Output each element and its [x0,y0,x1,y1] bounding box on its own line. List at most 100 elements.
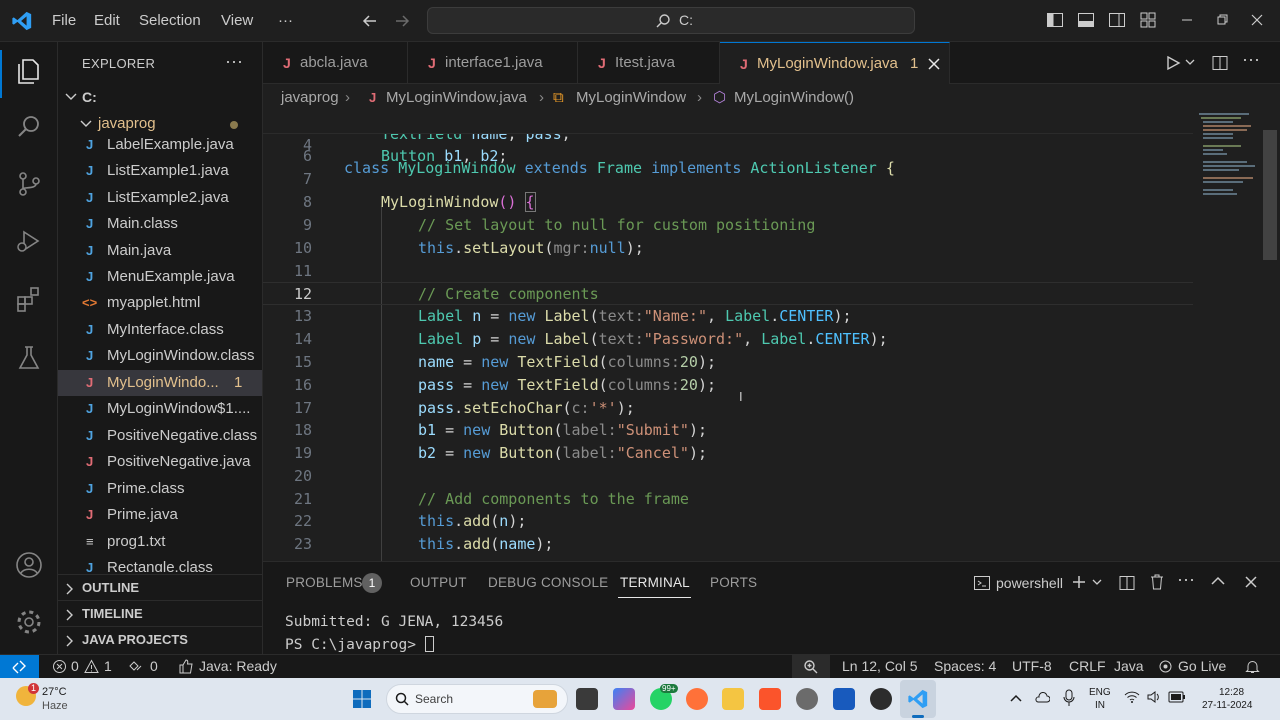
go-live-button[interactable]: Go Live [1178,655,1226,678]
timeline-section[interactable]: TIMELINE [58,600,262,626]
customize-layout-icon[interactable] [1139,11,1157,29]
code-line-20[interactable]: 20 [263,465,1193,488]
file-item[interactable]: J MyInterface.class [58,317,262,343]
file-item[interactable]: J PositiveNegative.class [58,423,262,449]
breadcrumb-method[interactable]: MyLoginWindow() [734,85,854,111]
zoom-indicator[interactable] [792,655,830,679]
terminal-dropdown-icon[interactable] [1092,579,1102,587]
vscode-taskbar-active[interactable] [900,680,936,718]
sticky-scroll-line[interactable]: 4 class MyLoginWindow extends Frame impl… [263,111,1193,177]
file-item[interactable]: ≡ prog1.txt [58,529,262,555]
tab-interface1[interactable]: Jinterface1.java [408,42,578,84]
command-center[interactable]: C: [427,7,915,34]
copilot-icon[interactable] [613,688,635,710]
file-item[interactable]: J MyLoginWindow.class [58,343,262,369]
code-line-16[interactable]: 16 pass = new TextField(columns:20); [263,374,1193,397]
maximize-panel-chevron-up-icon[interactable] [1211,576,1225,586]
file-item[interactable]: J Prime.java [58,502,262,528]
explorer-more-icon[interactable]: ··· [225,51,243,72]
file-item[interactable]: J MyLoginWindow$1.... [58,396,262,422]
file-item[interactable]: <> myapplet.html [58,290,262,316]
outline-section[interactable]: OUTLINE [58,574,262,600]
explorer-icon[interactable] [14,56,44,86]
firefox-icon[interactable] [686,688,708,710]
close-window-icon[interactable] [1248,11,1266,29]
editor-scrollbar-thumb[interactable] [1263,130,1277,260]
code-line-12-current[interactable]: 12// Create components [263,282,1193,305]
cursor-position[interactable]: Ln 12, Col 5 [842,655,918,678]
menu-view[interactable]: View [221,12,253,29]
split-terminal-icon[interactable] [1118,574,1136,592]
file-item-selected[interactable]: J MyLoginWindo... 1 [58,370,262,396]
back-arrow-icon[interactable] [361,12,379,30]
breadcrumb-class[interactable]: MyLoginWindow [576,85,686,111]
terminal-shell-label[interactable]: powershell [996,575,1063,591]
search-view-icon[interactable] [14,112,44,142]
run-debug-icon[interactable] [14,226,44,256]
wifi-icon[interactable] [1124,690,1140,704]
toggle-secondary-sidebar-icon[interactable] [1108,11,1126,29]
tab-abcla[interactable]: Jabcla.java [263,42,408,84]
file-item[interactable]: J ListExample2.java [58,185,262,211]
remote-indicator[interactable] [0,655,39,679]
task-view-icon[interactable] [576,688,598,710]
notifications-bell-icon[interactable] [1245,659,1260,674]
language-mode[interactable]: Java [1114,655,1144,678]
close-tab-icon[interactable] [927,57,941,71]
testing-icon[interactable] [14,343,44,373]
account-icon[interactable] [14,550,44,580]
code-editor[interactable]: 4 class MyLoginWindow extends Frame impl… [263,111,1193,561]
restore-icon[interactable] [1213,11,1231,29]
code-line-13[interactable]: 13 Label n = new Label(text:"Name:", Labe… [263,305,1193,328]
code-line-18[interactable]: 18 b1 = new Button(label:"Submit"); [263,419,1193,442]
panel-tab-problems[interactable]: PROBLEMS [286,575,363,590]
tree-root-folder[interactable]: C: [58,84,262,110]
panel-tab-debug-console[interactable]: DEBUG CONSOLE [488,575,608,590]
panel-more-icon[interactable]: ··· [1177,569,1195,590]
code-line-22[interactable]: 22 this.add(n); [263,510,1193,533]
menu-more[interactable]: ··· [278,12,293,29]
forward-arrow-icon[interactable] [393,12,411,30]
word-icon[interactable] [833,688,855,710]
file-item[interactable]: J Main.class [58,211,262,237]
file-item[interactable]: J LabelExample.java [58,132,262,158]
tray-chevron-up-icon[interactable] [1010,693,1022,703]
onedrive-cloud-icon[interactable] [1034,690,1050,706]
run-dropdown-icon[interactable] [1185,59,1195,67]
minimize-icon[interactable] [1178,11,1196,29]
encoding[interactable]: UTF-8 [1012,655,1052,678]
taskbar-search[interactable]: Search [386,684,568,714]
java-projects-section[interactable]: JAVA PROJECTS [58,626,262,652]
microphone-icon[interactable] [1062,689,1076,707]
code-line-15[interactable]: 15 name = new TextField(columns:20); [263,351,1193,374]
warning-count[interactable]: 1 [104,655,112,678]
battery-icon[interactable] [1168,691,1186,703]
volume-icon[interactable] [1146,690,1162,704]
panel-tab-ports[interactable]: PORTS [710,575,757,590]
code-line-23[interactable]: 23 this.add(name); [263,533,1193,556]
editor-more-icon[interactable]: ··· [1242,49,1260,70]
chrome-icon[interactable] [870,688,892,710]
new-terminal-plus-icon[interactable] [1071,574,1087,590]
vscode-logo-icon[interactable] [11,10,33,32]
file-item[interactable]: J ListExample1.java [58,158,262,184]
error-count[interactable]: 0 [71,655,79,678]
trash-icon[interactable] [1148,573,1166,591]
breadcrumb-file[interactable]: MyLoginWindow.java [386,85,527,111]
run-icon[interactable] [1165,55,1181,71]
settings-gear-icon[interactable] [14,607,44,637]
close-panel-icon[interactable] [1244,575,1258,589]
code-line-9[interactable]: 9// Set layout to null for custom positi… [263,214,1193,237]
code-line-8[interactable]: 8 MyLoginWindow() { [263,191,1193,214]
clock-time[interactable]: 12:28 [1219,687,1244,698]
source-control-icon[interactable] [14,169,44,199]
code-line-14[interactable]: 14 Label p = new Label(text:"Password:", … [263,328,1193,351]
indentation[interactable]: Spaces: 4 [934,655,996,678]
code-line-19[interactable]: 19 b2 = new Button(label:"Cancel"); [263,442,1193,465]
menu-edit[interactable]: Edit [94,12,120,29]
weather-temperature[interactable]: 27°C [42,686,67,698]
input-language[interactable]: ENG [1089,687,1111,698]
windows-start-icon[interactable] [352,689,372,709]
code-line-17[interactable]: 17 pass.setEchoChar(c:'*'); [263,397,1193,420]
toggle-primary-sidebar-icon[interactable] [1046,11,1064,29]
